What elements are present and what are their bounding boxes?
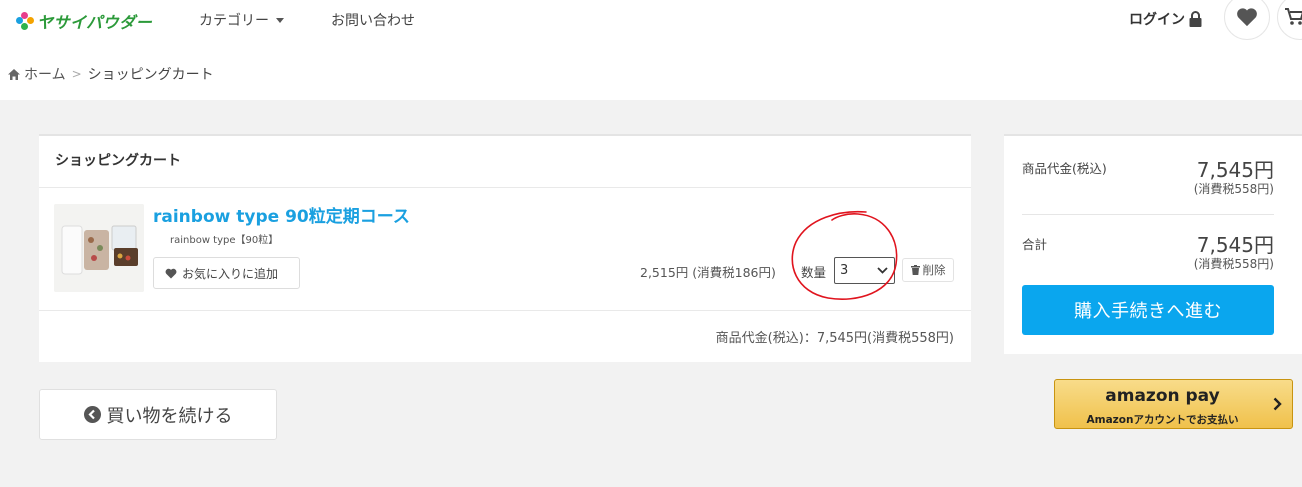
nav-category-dropdown[interactable]: カテゴリー <box>199 10 284 30</box>
add-to-favorites-label: お気に入りに追加 <box>182 266 279 281</box>
amazon-pay-button[interactable]: amazon pay Amazonアカウントでお支払い <box>1054 379 1293 429</box>
lock-icon <box>1189 11 1202 27</box>
total-tax: (消費税558円) <box>1193 257 1274 271</box>
breadcrumb: ホーム > ショッピングカート <box>8 64 214 84</box>
summary-divider <box>1022 214 1274 215</box>
home-icon <box>8 68 20 80</box>
items-tax: (消費税558円) <box>1193 182 1274 196</box>
flower-logo-icon <box>16 12 34 30</box>
site-logo[interactable]: ヤサイパウダー <box>16 9 152 33</box>
delete-item-button[interactable]: 削除 <box>902 258 954 282</box>
favorites-button[interactable] <box>1224 0 1270 40</box>
amazon-pay-logo: amazon pay <box>1105 386 1220 406</box>
circle-chevron-left-icon <box>83 406 101 423</box>
heart-icon <box>165 268 177 278</box>
checkout-button[interactable]: 購入手続きへ進む <box>1022 285 1274 335</box>
login-label: ログイン <box>1129 12 1185 28</box>
breadcrumb-current: ショッピングカート <box>87 67 214 83</box>
cart-button[interactable] <box>1277 0 1302 40</box>
total-label: 合計 <box>1022 237 1048 252</box>
product-photo-icon <box>54 204 144 292</box>
product-title-link[interactable]: rainbow type 90粒定期コース <box>153 202 410 227</box>
product-image[interactable] <box>54 204 144 292</box>
nav-category-label: カテゴリー <box>199 13 269 29</box>
items-price-label: 商品代金(税込) <box>1022 161 1107 176</box>
total-price: 7,545円 <box>1196 233 1274 257</box>
cart-panel: ショッピングカート rainbow type 90粒定期コース rainbow … <box>39 134 971 362</box>
unit-price: 2,515円 (消費税186円) <box>640 265 776 280</box>
amazon-pay-sub: Amazonアカウントでお支払い <box>1086 414 1239 426</box>
cart-subtotal: 商品代金(税込)：7,545円(消費税558円) <box>715 331 954 346</box>
add-to-favorites-button[interactable]: お気に入りに追加 <box>153 257 300 289</box>
continue-shopping-button[interactable]: 買い物を続ける <box>39 389 277 440</box>
cart-heading: ショッピングカート <box>39 136 971 188</box>
chevron-right-icon <box>1273 397 1282 411</box>
product-variant: rainbow type【90粒】 <box>170 235 279 246</box>
items-price: 7,545円 <box>1196 158 1274 182</box>
nav-contact-link[interactable]: お問い合わせ <box>331 10 415 30</box>
continue-shopping-label: 買い物を続ける <box>106 405 233 427</box>
quantity-label: 数量 <box>801 265 827 280</box>
heart-icon <box>1237 8 1257 27</box>
caret-down-icon <box>276 17 284 23</box>
breadcrumb-home[interactable]: ホーム <box>24 64 66 84</box>
chevron-down-icon <box>877 267 888 274</box>
order-summary: 商品代金(税込) 7,545円 (消費税558円) 合計 7,545円 (消費税… <box>1004 134 1302 354</box>
cart-icon <box>1285 8 1302 25</box>
quantity-value: 3 <box>840 263 849 278</box>
quantity-select[interactable]: 3 <box>834 257 895 284</box>
trash-icon <box>910 265 920 275</box>
delete-item-label: 削除 <box>922 263 946 277</box>
site-header: ヤサイパウダー カテゴリー お問い合わせ ログイン <box>0 0 1302 40</box>
row-divider <box>39 310 971 311</box>
logo-text: ヤサイパウダー <box>37 13 153 32</box>
red-annotation-circle <box>791 210 898 300</box>
login-link[interactable]: ログイン <box>1129 9 1202 29</box>
breadcrumb-separator: > <box>71 67 82 81</box>
